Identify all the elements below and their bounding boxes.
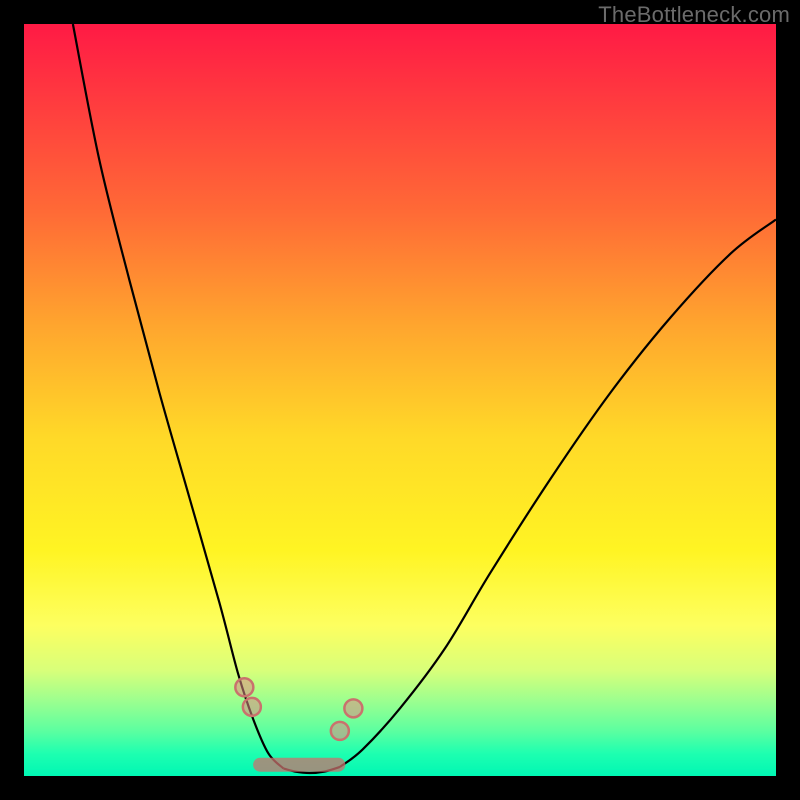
watermark-text: TheBottleneck.com bbox=[598, 2, 790, 28]
highlighted-point bbox=[243, 698, 261, 716]
bottleneck-curve-chart bbox=[24, 24, 776, 776]
curve-right-branch bbox=[340, 220, 776, 767]
highlighted-point-markers bbox=[235, 678, 362, 740]
highlighted-point bbox=[344, 699, 362, 717]
chart-plot-area bbox=[24, 24, 776, 776]
highlighted-point bbox=[331, 722, 349, 740]
highlighted-point bbox=[235, 678, 253, 696]
curve-left-branch bbox=[73, 24, 284, 768]
